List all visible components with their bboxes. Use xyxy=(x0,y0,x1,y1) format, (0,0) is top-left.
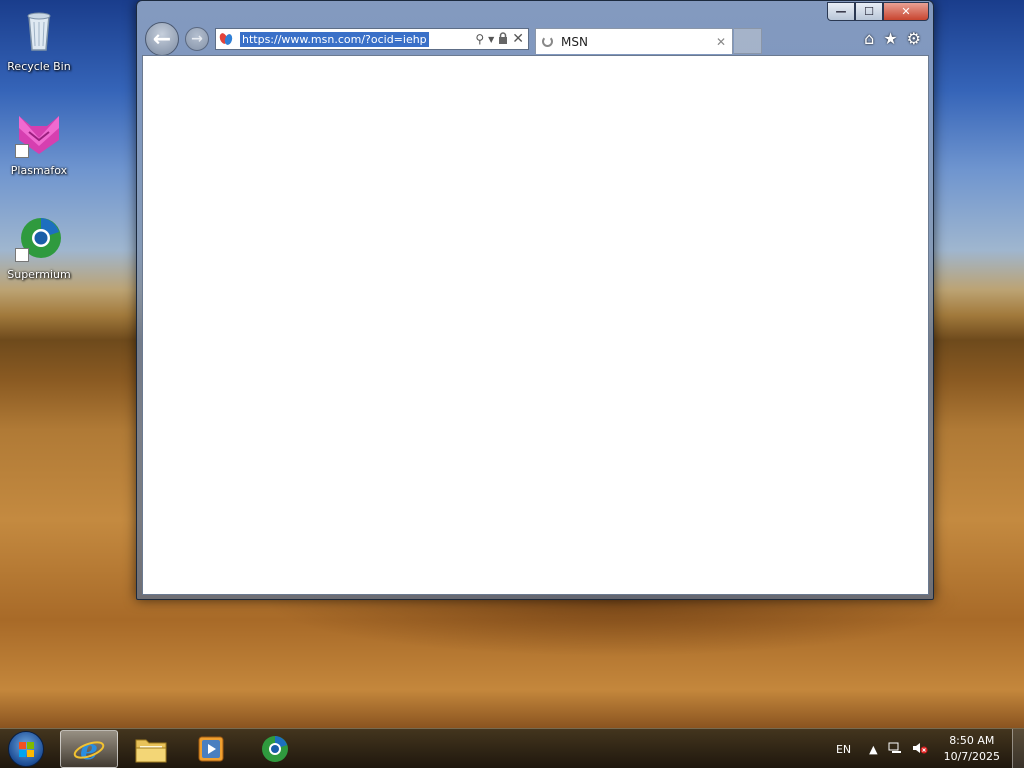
windows-logo-icon xyxy=(19,742,35,758)
volume-muted-icon[interactable] xyxy=(912,742,928,757)
page-content[interactable] xyxy=(142,55,929,595)
window-caption-buttons: — ☐ ✕ xyxy=(827,2,929,21)
plasmafox-icon xyxy=(15,110,63,158)
msn-logo-icon xyxy=(218,32,236,46)
supermium-icon xyxy=(15,214,63,262)
favorites-star-icon[interactable]: ★ xyxy=(883,29,897,48)
desktop-icon-supermium[interactable]: Supermium xyxy=(4,214,74,292)
tab-title: MSN xyxy=(561,34,588,49)
system-clock[interactable]: 8:50 AM 10/7/2025 xyxy=(944,733,1000,765)
internet-explorer-icon: e xyxy=(73,733,105,765)
close-button[interactable]: ✕ xyxy=(883,2,929,21)
stop-icon[interactable]: ✕ xyxy=(512,31,524,47)
tab-msn[interactable]: MSN ✕ xyxy=(535,28,733,54)
media-player-icon xyxy=(198,736,224,762)
desktop-icon-label: Plasmafox xyxy=(10,164,68,177)
address-bar[interactable]: https://www.msn.com/?ocid=iehp ⚲ ▼ ✕ xyxy=(215,28,529,50)
browser-window: — ☐ ✕ ← → https://www.msn.com/?ocid=iehp… xyxy=(136,0,934,600)
start-button[interactable] xyxy=(8,731,44,767)
folder-icon xyxy=(135,739,167,763)
shortcut-arrow-icon xyxy=(15,248,29,262)
desktop-icon-label: Recycle Bin xyxy=(7,60,71,73)
maximize-button[interactable]: ☐ xyxy=(855,2,883,21)
back-arrow-icon: ← xyxy=(152,26,172,52)
tab-close-icon[interactable]: ✕ xyxy=(716,35,726,49)
address-input[interactable]: https://www.msn.com/?ocid=iehp xyxy=(240,31,429,47)
home-icon[interactable]: ⌂ xyxy=(864,29,874,48)
recycle-bin-icon xyxy=(15,6,63,54)
back-button[interactable]: ← xyxy=(145,22,179,56)
clock-time: 8:50 AM xyxy=(949,734,995,747)
loading-spinner-icon xyxy=(542,36,553,47)
desktop-icon-label: Supermium xyxy=(7,268,71,281)
forward-button[interactable]: → xyxy=(185,27,209,51)
svg-text:e: e xyxy=(80,733,98,765)
network-icon[interactable] xyxy=(888,742,902,757)
forward-arrow-icon: → xyxy=(191,31,203,47)
settings-gear-icon[interactable]: ⚙ xyxy=(907,29,921,48)
desktop-icon-recycle-bin[interactable]: Recycle Bin xyxy=(4,6,74,84)
language-indicator[interactable]: EN xyxy=(836,743,851,756)
taskbar-internet-explorer[interactable]: e xyxy=(60,730,118,768)
show-hidden-icons-icon[interactable]: ▲ xyxy=(869,743,877,756)
taskbar: e EN ▲ 8:50 AM 10/7/2025 xyxy=(0,728,1024,768)
lock-icon[interactable] xyxy=(498,31,508,47)
clock-date: 10/7/2025 xyxy=(943,750,1000,763)
search-icon[interactable]: ⚲ xyxy=(475,32,484,46)
taskbar-file-explorer[interactable] xyxy=(122,730,180,768)
show-desktop-button[interactable] xyxy=(1012,729,1024,768)
new-tab-button[interactable] xyxy=(734,28,762,54)
minimize-button[interactable]: — xyxy=(827,2,855,21)
dropdown-arrow-icon[interactable]: ▼ xyxy=(488,35,494,44)
shortcut-arrow-icon xyxy=(15,144,29,158)
desktop-icon-plasmafox[interactable]: Plasmafox xyxy=(4,110,74,188)
taskbar-supermium[interactable] xyxy=(246,730,304,768)
supermium-icon xyxy=(262,736,288,762)
system-tray: EN ▲ 8:50 AM 10/7/2025 xyxy=(836,729,1024,768)
taskbar-media-player[interactable] xyxy=(182,730,240,768)
